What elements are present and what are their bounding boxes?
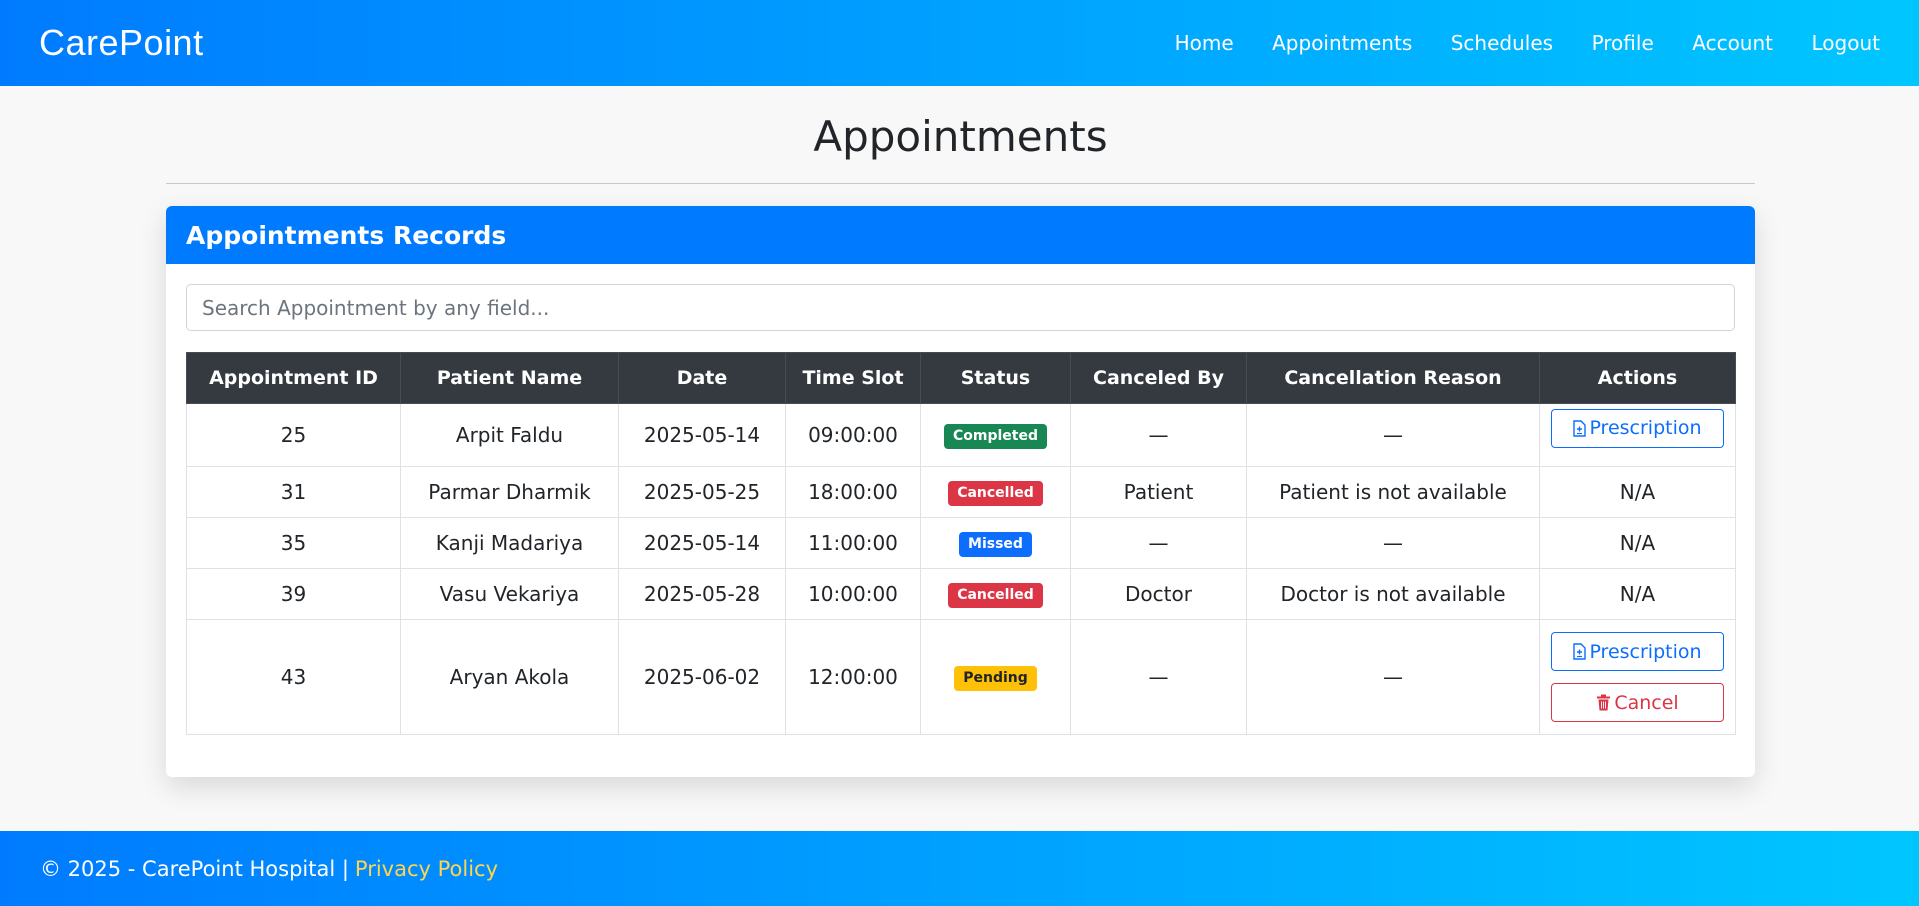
- status-badge: Cancelled: [948, 583, 1043, 608]
- cell-appointment-id: 25: [186, 403, 401, 467]
- cell-date: 2025-05-25: [618, 466, 786, 518]
- appointments-table: Appointment ID Patient Name Date Time Sl…: [186, 352, 1736, 735]
- status-badge: Missed: [959, 532, 1032, 557]
- column-header-date: Date: [618, 352, 786, 404]
- nav-link-appointments[interactable]: Appointments: [1272, 31, 1412, 55]
- trash-icon: [1597, 694, 1611, 711]
- card-body: Appointment ID Patient Name Date Time Sl…: [166, 264, 1755, 755]
- prescription-button-label: Prescription: [1589, 640, 1702, 663]
- cell-canceled-by: Patient: [1070, 466, 1247, 518]
- cell-cancellation-reason: —: [1246, 403, 1540, 467]
- table-row: 43 Aryan Akola 2025-06-02 12:00:00 Pendi…: [186, 619, 1736, 735]
- column-header-patient-name: Patient Name: [400, 352, 619, 404]
- appointments-card: Appointments Records Appointment ID Pati…: [166, 206, 1755, 777]
- status-badge: Pending: [954, 666, 1037, 691]
- navbar: CarePoint Home Appointments Schedules Pr…: [0, 0, 1919, 86]
- table-row: 31 Parmar Dharmik 2025-05-25 18:00:00 Ca…: [186, 466, 1736, 518]
- column-header-status: Status: [920, 352, 1071, 404]
- card-header: Appointments Records: [166, 206, 1755, 264]
- cell-actions: Prescription Cancel: [1539, 619, 1736, 735]
- cell-time-slot: 11:00:00: [785, 517, 921, 569]
- column-header-time-slot: Time Slot: [785, 352, 921, 404]
- cell-time-slot: 18:00:00: [785, 466, 921, 518]
- status-badge: Cancelled: [948, 481, 1043, 506]
- footer: © 2025 - CarePoint Hospital | Privacy Po…: [0, 831, 1919, 906]
- cell-status: Missed: [920, 517, 1071, 569]
- nav-link-account[interactable]: Account: [1692, 31, 1773, 55]
- cell-status: Cancelled: [920, 568, 1071, 620]
- cell-canceled-by: Doctor: [1070, 568, 1247, 620]
- cancel-button[interactable]: Cancel: [1551, 683, 1724, 722]
- cell-appointment-id: 39: [186, 568, 401, 620]
- cell-appointment-id: 35: [186, 517, 401, 569]
- nav-link-home[interactable]: Home: [1175, 31, 1234, 55]
- cell-date: 2025-06-02: [618, 619, 786, 735]
- cell-date: 2025-05-14: [618, 403, 786, 467]
- cell-status: Pending: [920, 619, 1071, 735]
- cell-canceled-by: —: [1070, 517, 1247, 569]
- prescription-button[interactable]: Prescription: [1551, 408, 1724, 448]
- file-medical-icon: [1573, 419, 1587, 437]
- footer-copyright: © 2025 - CarePoint Hospital |: [40, 856, 349, 881]
- table-row: 39 Vasu Vekariya 2025-05-28 10:00:00 Can…: [186, 568, 1736, 620]
- cell-status: Cancelled: [920, 466, 1071, 518]
- cell-patient-name: Kanji Madariya: [400, 517, 619, 569]
- cell-date: 2025-05-14: [618, 517, 786, 569]
- file-medical-icon: [1573, 643, 1587, 660]
- column-header-actions: Actions: [1539, 352, 1736, 404]
- cell-time-slot: 09:00:00: [785, 403, 921, 467]
- cell-actions: Prescription: [1539, 403, 1736, 467]
- nav-link-profile[interactable]: Profile: [1592, 31, 1654, 55]
- cell-cancellation-reason: —: [1246, 517, 1540, 569]
- cell-appointment-id: 31: [186, 466, 401, 518]
- cell-cancellation-reason: Patient is not available: [1246, 466, 1540, 518]
- nav-link-schedules[interactable]: Schedules: [1451, 31, 1553, 55]
- cell-patient-name: Parmar Dharmik: [400, 466, 619, 518]
- cell-status: Completed: [920, 403, 1071, 467]
- column-header-appointment-id: Appointment ID: [186, 352, 401, 404]
- page-title: Appointments: [813, 112, 1108, 161]
- cell-patient-name: Arpit Faldu: [400, 403, 619, 467]
- cell-time-slot: 12:00:00: [785, 619, 921, 735]
- cell-actions: N/A: [1539, 517, 1736, 569]
- table-row: 35 Kanji Madariya 2025-05-14 11:00:00 Mi…: [186, 517, 1736, 569]
- prescription-button-label: Prescription: [1589, 417, 1702, 439]
- privacy-policy-link[interactable]: Privacy Policy: [355, 857, 498, 881]
- search-input[interactable]: [186, 284, 1735, 331]
- table-row: 25 Arpit Faldu 2025-05-14 09:00:00 Compl…: [186, 403, 1736, 467]
- column-header-cancellation-reason: Cancellation Reason: [1246, 352, 1540, 404]
- status-badge: Completed: [943, 424, 1047, 449]
- cell-patient-name: Vasu Vekariya: [400, 568, 619, 620]
- cell-actions: N/A: [1539, 466, 1736, 518]
- title-divider: [166, 183, 1755, 184]
- cell-cancellation-reason: —: [1246, 619, 1540, 735]
- cell-patient-name: Aryan Akola: [400, 619, 619, 735]
- cancel-button-label: Cancel: [1614, 691, 1679, 714]
- cell-canceled-by: —: [1070, 619, 1247, 735]
- brand-logo[interactable]: CarePoint: [39, 22, 204, 64]
- cell-actions: N/A: [1539, 568, 1736, 620]
- cell-appointment-id: 43: [186, 619, 401, 735]
- nav-link-logout[interactable]: Logout: [1812, 31, 1880, 55]
- cell-date: 2025-05-28: [618, 568, 786, 620]
- nav-links: Home Appointments Schedules Profile Acco…: [1136, 31, 1880, 55]
- table-header-row: Appointment ID Patient Name Date Time Sl…: [186, 352, 1736, 404]
- column-header-canceled-by: Canceled By: [1070, 352, 1247, 404]
- cell-cancellation-reason: Doctor is not available: [1246, 568, 1540, 620]
- prescription-button[interactable]: Prescription: [1551, 632, 1724, 671]
- cell-canceled-by: —: [1070, 403, 1247, 467]
- cell-time-slot: 10:00:00: [785, 568, 921, 620]
